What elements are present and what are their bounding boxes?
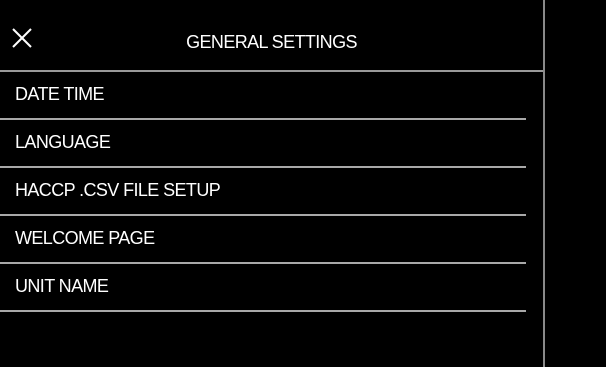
close-button[interactable] xyxy=(12,28,40,56)
close-icon xyxy=(12,28,32,48)
general-settings-panel: GENERAL SETTINGS DATE TIME LANGUAGE HACC… xyxy=(0,0,543,367)
right-empty-area xyxy=(545,0,606,367)
menu-item-welcome-page[interactable]: WELCOME PAGE xyxy=(0,216,526,264)
menu-item-label: DATE TIME xyxy=(15,84,105,104)
page-title: GENERAL SETTINGS xyxy=(186,32,357,52)
menu-item-label: LANGUAGE xyxy=(15,132,111,152)
menu-item-label: UNIT NAME xyxy=(15,276,109,296)
settings-screen: GENERAL SETTINGS DATE TIME LANGUAGE HACC… xyxy=(0,0,606,367)
menu-item-haccp-csv-file-setup[interactable]: HACCP .CSV FILE SETUP xyxy=(0,168,526,216)
menu-item-label: HACCP .CSV FILE SETUP xyxy=(15,180,221,200)
menu-item-label: WELCOME PAGE xyxy=(15,228,155,248)
menu-item-unit-name[interactable]: UNIT NAME xyxy=(0,264,526,312)
menu-item-language[interactable]: LANGUAGE xyxy=(0,120,526,168)
menu-item-date-time[interactable]: DATE TIME xyxy=(0,72,526,120)
settings-menu: DATE TIME LANGUAGE HACCP .CSV FILE SETUP… xyxy=(0,72,526,312)
header: GENERAL SETTINGS xyxy=(0,0,543,72)
